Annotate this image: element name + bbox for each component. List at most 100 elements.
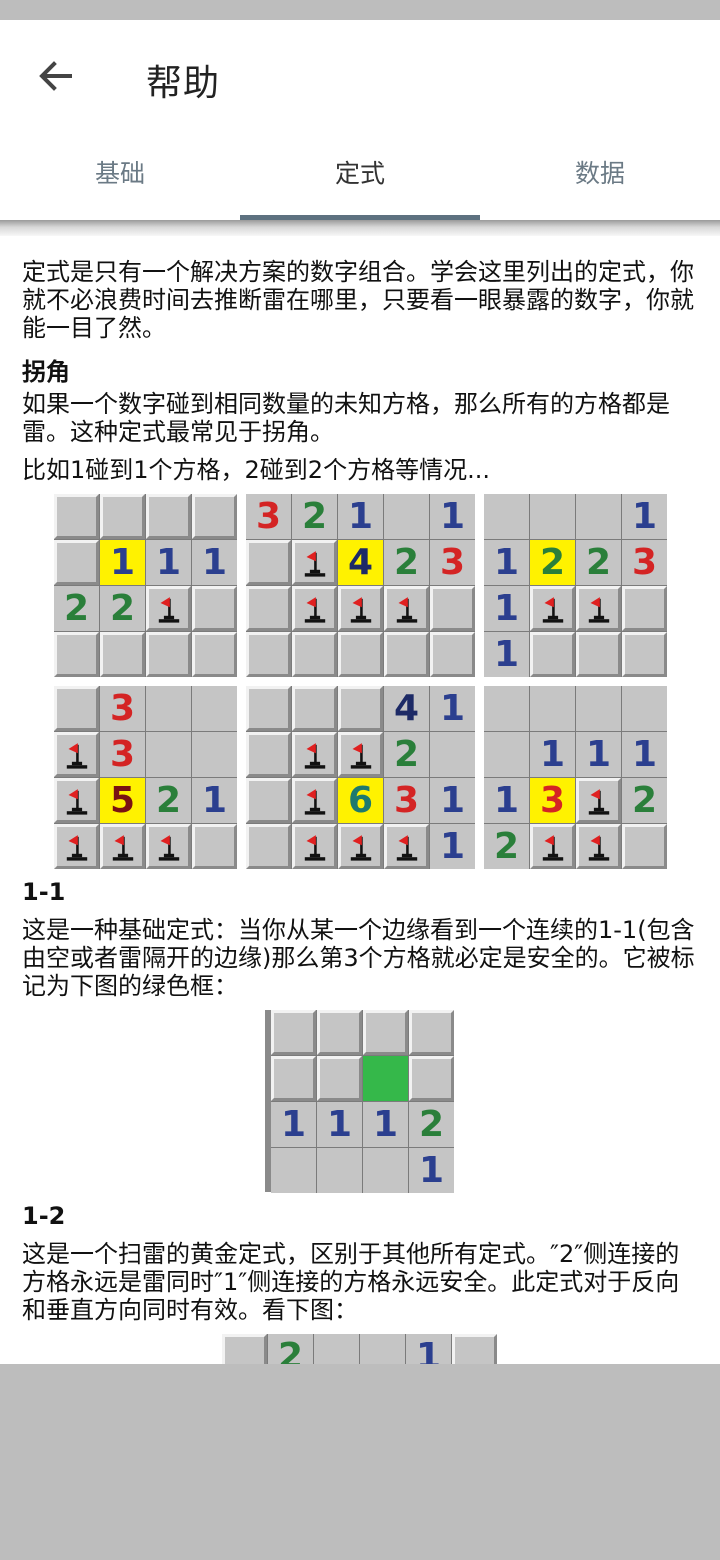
empty-cell [317,1148,362,1193]
empty-cell [384,494,429,539]
flag-cell [576,778,621,823]
help-content[interactable]: 定式是只有一个解决方案的数字组合。学会这里列出的定式，你就不必浪费时间去推断雷在… [0,236,720,1364]
closed-cell [246,540,291,585]
number-cell: 1 [192,778,237,823]
number-cell: 1 [576,732,621,777]
closed-cell [363,1010,408,1055]
section-heading-1-2: 1-2 [22,1202,66,1230]
empty-cell [530,494,575,539]
section-heading-corner: 拐角 [22,358,70,386]
flag-cell [54,732,99,777]
board-corner-2: 3211423 [246,494,475,677]
back-button[interactable] [28,48,84,104]
flag-cell [338,824,383,869]
highlighted-number-cell: 3 [530,778,575,823]
flag-cell [292,778,337,823]
flag-icon [66,788,87,815]
closed-cell [100,494,145,539]
number-cell: 2 [409,1102,454,1147]
number-cell: 2 [484,824,529,869]
number-cell: 1 [430,686,475,731]
board-1-1: 11121 [271,1010,454,1193]
board-1-2: 21 [222,1334,497,1364]
closed-cell [317,1056,362,1101]
closed-cell [246,686,291,731]
closed-cell [622,824,667,869]
flag-cell [292,586,337,631]
closed-cell [246,632,291,677]
flag-cell [530,586,575,631]
number-cell: 2 [100,586,145,631]
closed-cell [246,732,291,777]
number-cell: 2 [622,778,667,823]
tab-stats[interactable]: 数据 [480,124,720,220]
number-cell: 1 [484,778,529,823]
number-cell: 3 [430,540,475,585]
closed-cell [576,632,621,677]
flag-icon [158,596,179,623]
number-cell: 3 [100,686,145,731]
closed-cell [271,1010,316,1055]
closed-cell [452,1334,497,1364]
flag-icon [588,596,609,623]
empty-cell [430,732,475,777]
flag-icon [66,834,87,861]
flag-cell [54,824,99,869]
corner-description: 如果一个数字碰到相同数量的未知方格，那么所有的方格都是雷。这种定式最常见于拐角。 [22,390,670,446]
empty-cell [314,1334,359,1364]
number-cell: 3 [622,540,667,585]
flag-cell [384,586,429,631]
closed-cell [384,632,429,677]
number-cell: 1 [409,1148,454,1193]
number-cell: 1 [622,494,667,539]
empty-cell [146,732,191,777]
closed-cell [430,586,475,631]
number-cell: 1 [430,778,475,823]
flag-icon [396,834,417,861]
flag-cell [292,824,337,869]
closed-cell [622,632,667,677]
empty-cell [484,732,529,777]
closed-cell [338,632,383,677]
corner-example: 比如1碰到1个方格，2碰到2个方格等情况... [22,456,490,484]
number-cell: 1 [430,494,475,539]
closed-cell [192,494,237,539]
closed-cell [317,1010,362,1055]
closed-cell [271,1056,316,1101]
flag-icon [304,788,325,815]
board-corner-5: 4126311 [246,686,475,869]
number-cell: 3 [384,778,429,823]
number-cell: 3 [100,732,145,777]
number-cell: 1 [430,824,475,869]
tab-patterns[interactable]: 定式 [240,124,480,220]
number-cell: 1 [622,732,667,777]
closed-cell [430,632,475,677]
empty-cell [622,686,667,731]
number-cell: 2 [146,778,191,823]
closed-cell [409,1010,454,1055]
empty-cell [271,1148,316,1193]
tab-bar: 基础 定式 数据 [0,124,720,220]
empty-cell [192,732,237,777]
flag-icon [304,550,325,577]
number-cell: 2 [384,732,429,777]
highlighted-number-cell: 6 [338,778,383,823]
closed-cell [530,632,575,677]
number-cell: 1 [363,1102,408,1147]
number-cell: 1 [484,586,529,631]
number-cell: 1 [484,540,529,585]
highlighted-number-cell: 5 [100,778,145,823]
highlighted-number-cell: 4 [338,540,383,585]
flag-cell [292,732,337,777]
empty-cell [363,1148,408,1193]
empty-cell [576,686,621,731]
section-heading-1-1: 1-1 [22,878,66,906]
flag-cell [338,732,383,777]
flag-cell [576,824,621,869]
number-cell: 1 [406,1334,451,1364]
closed-cell [192,824,237,869]
number-cell: 1 [530,732,575,777]
closed-cell [338,686,383,731]
closed-cell [622,586,667,631]
tab-basics[interactable]: 基础 [0,124,240,220]
